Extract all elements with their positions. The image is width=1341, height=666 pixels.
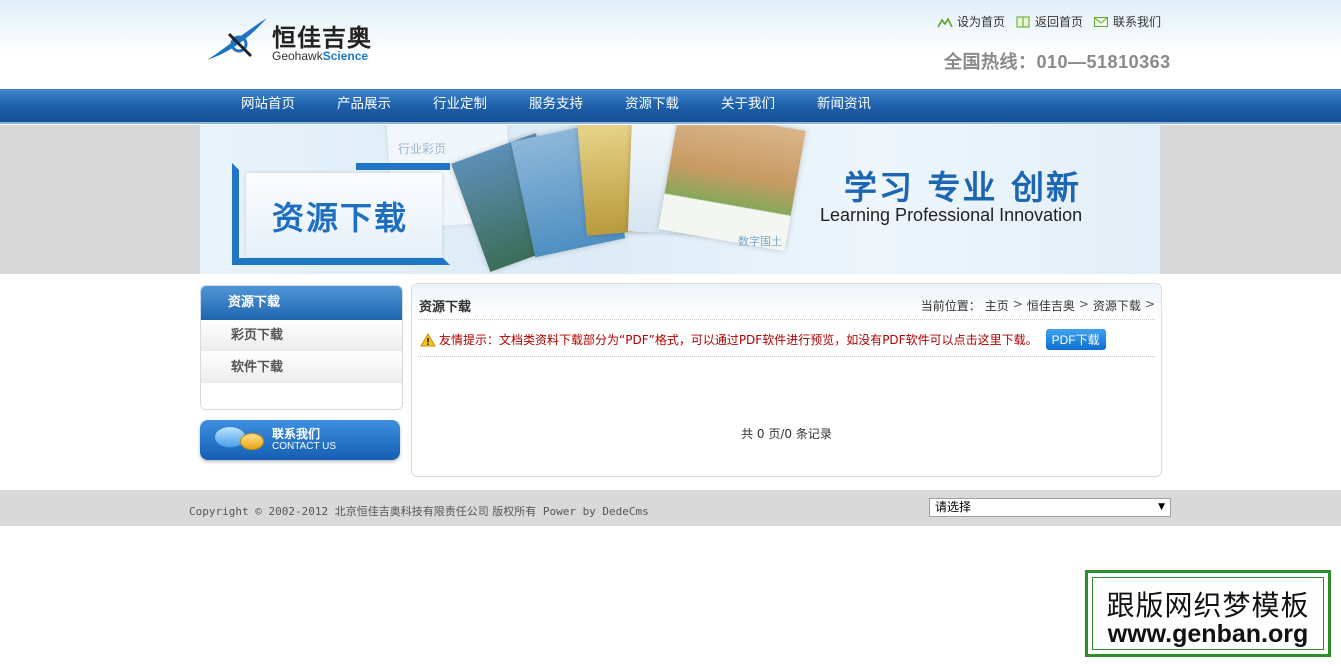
breadcrumb-company[interactable]: 恒佳吉奥 [1027,297,1075,314]
site-select[interactable]: 请选择 ▼ [929,498,1171,517]
site-select-value: 请选择 [935,500,972,514]
breadcrumb-prefix: 当前位置： [920,299,981,313]
chevron-right-icon: > [1012,297,1023,311]
pagination-info: 共 0 页/0 条记录 [741,427,832,441]
nav-item-home[interactable]: 网站首页 [220,89,316,122]
contact-label: 联系我们 [1112,15,1161,29]
brochure-image [658,125,806,252]
main-content: 资源下载 当前位置： 主页 > 恒佳吉奥 > 资源下载 > 友情提示：文档类资料… [411,283,1162,477]
mail-icon [1093,16,1108,27]
banner-tag-2: 数字国土 [738,235,782,248]
set-homepage-label: 设为首页 [956,15,1005,29]
contact-us-label-en: CONTACT US [272,441,337,452]
nav-item-products[interactable]: 产品展示 [316,89,412,122]
warning-icon [420,332,436,346]
top-links: 设为首页 返回首页 联系我们 [937,13,1161,30]
breadcrumb: 当前位置： 主页 > 恒佳吉奥 > 资源下载 > [921,297,1155,314]
nav-item-about[interactable]: 关于我们 [700,89,796,122]
chat-bubble-icon-2 [240,433,264,450]
main-nav: 网站首页 产品展示 行业定制 服务支持 资源下载 关于我们 新闻资讯 [0,89,1341,124]
nav-item-industry[interactable]: 行业定制 [412,89,508,122]
sidebar-heading: 资源下载 [201,286,402,320]
chevron-right-icon: > [1144,297,1155,311]
banner-tag: 行业彩页 [398,142,447,156]
banner-slogan-en: Learning Professional Innovation [820,205,1083,225]
sidebar-item-brochure-download[interactable]: 彩页下载 [201,320,402,352]
contact-us-button[interactable]: 联系我们 CONTACT US [200,420,400,460]
sidebar-menu: 资源下载 彩页下载 软件下载 [200,285,403,410]
back-home-label: 返回首页 [1034,15,1083,29]
watermark-url: www.genban.org [1107,620,1309,648]
logo[interactable]: 恒佳吉奥 GeohawkScience [205,14,385,64]
download-tip: 友情提示：文档类资料下载部分为“PDF”格式，可以通过PDF软件进行预览，如没有… [420,329,1106,350]
tip-text: 友情提示：文档类资料下载部分为“PDF”格式，可以通过PDF软件进行预览，如没有… [439,333,1038,347]
logo-subtext: GeohawkScience [272,49,369,63]
sidebar-item-software-download[interactable]: 软件下载 [201,352,402,384]
banner-slogan: 学习 专业 创新 [844,168,1081,207]
set-homepage-link[interactable]: 设为首页 [937,13,1005,30]
contact-link[interactable]: 联系我们 [1093,13,1161,30]
banner-title: 资源下载 [272,199,409,237]
footer: Copyright © 2002-2012 北京恒佳吉奥科技有限责任公司 版权所… [0,490,1341,526]
breadcrumb-downloads[interactable]: 资源下载 [1093,297,1141,314]
contact-us-label: 联系我们 [272,427,321,441]
pdf-download-button[interactable]: PDF下载 [1045,329,1106,350]
banner: 行业彩页 数字国土 资源下载 学习 专业 创新 Learning Profess… [200,125,1160,274]
page-title: 资源下载 [419,300,472,315]
dropdown-arrow-icon: ▼ [1158,502,1165,512]
logo-text: 恒佳吉奥 [272,24,372,52]
chevron-right-icon: > [1078,297,1089,311]
nav-item-news[interactable]: 新闻资讯 [796,89,892,122]
sidebar: 资源下载 彩页下载 软件下载 联系我们 CONTACT US [200,285,403,460]
watermark-text: 跟版网织梦模板 [1106,589,1310,622]
nav-item-service[interactable]: 服务支持 [508,89,604,122]
header: 恒佳吉奥 GeohawkScience 设为首页 返回首页 联系我们 全国热线：… [0,0,1341,89]
watermark-logo: 跟版网织梦模板 www.genban.org [1085,570,1331,657]
content-header: 资源下载 当前位置： 主页 > 恒佳吉奥 > 资源下载 > [412,284,1161,320]
divider [418,356,1155,357]
breadcrumb-home[interactable]: 主页 [985,297,1009,314]
logo-mark-icon [207,18,267,60]
back-home-link[interactable]: 返回首页 [1015,13,1083,30]
home-icon [937,16,953,27]
hotline: 全国热线：010—51810363 [944,52,1171,72]
copyright: Copyright © 2002-2012 北京恒佳吉奥科技有限责任公司 版权所… [189,505,649,518]
nav-item-downloads[interactable]: 资源下载 [604,89,700,122]
divider [418,319,1155,320]
book-icon [1016,16,1030,27]
